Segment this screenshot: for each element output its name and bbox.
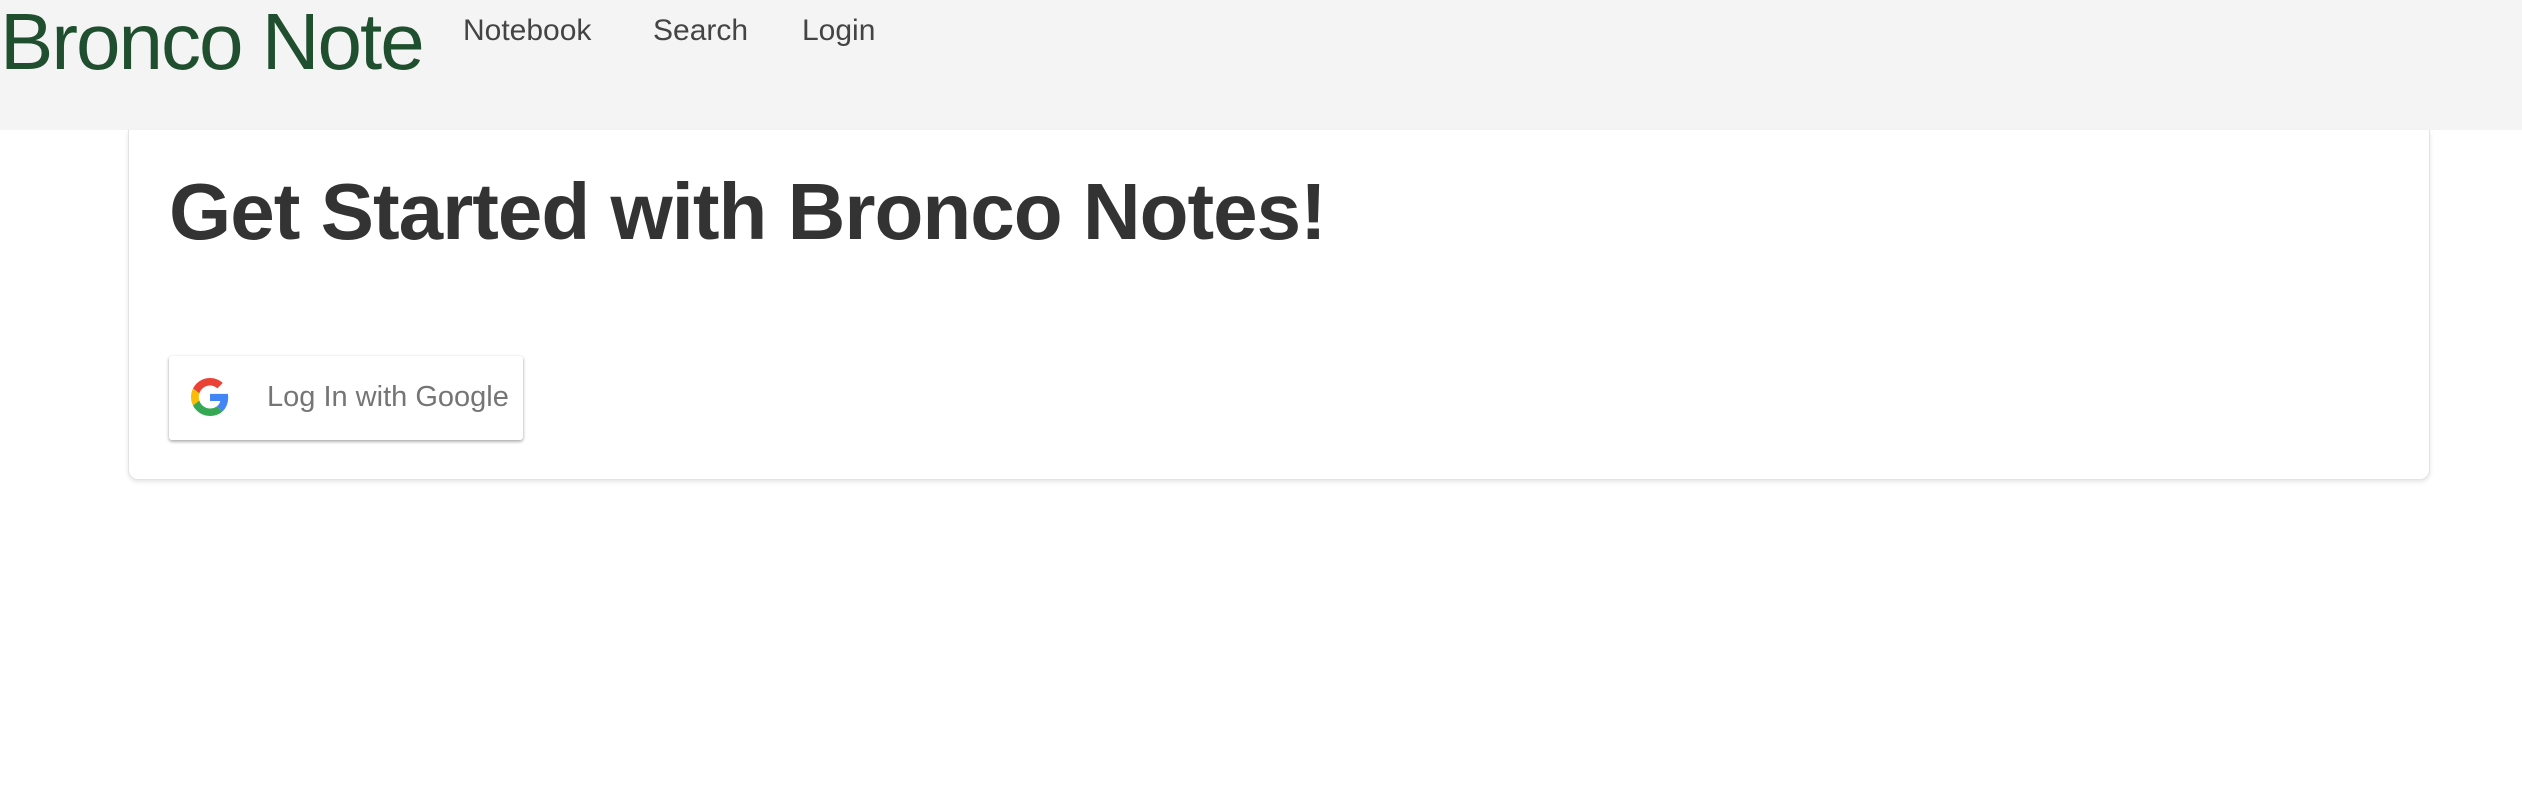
google-g-icon — [191, 378, 229, 416]
nav-link-login[interactable]: Login — [802, 14, 875, 47]
get-started-card: Get Started with Bronco Notes! Log In wi… — [128, 130, 2430, 480]
nav-link-search[interactable]: Search — [653, 14, 748, 47]
nav-link-notebook[interactable]: Notebook — [463, 14, 591, 47]
navbar: Bronco Note Notebook Search Login — [0, 0, 2522, 130]
google-login-button[interactable]: Log In with Google — [169, 356, 523, 440]
brand-logo[interactable]: Bronco Note — [0, 0, 425, 82]
page-title: Get Started with Bronco Notes! — [169, 167, 1327, 256]
google-login-label: Log In with Google — [267, 381, 509, 413]
